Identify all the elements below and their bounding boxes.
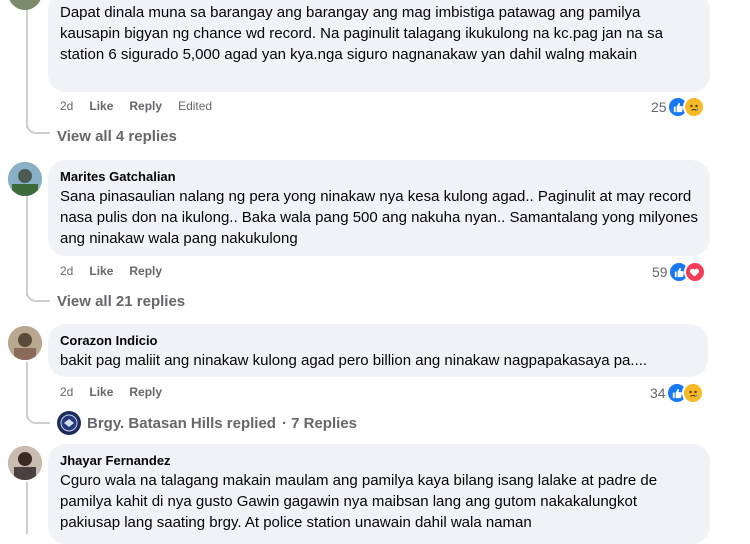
comment-text: Cguro wala na talagang makain maulam ang… <box>60 472 658 531</box>
view-replies-link[interactable]: View all 4 replies <box>57 128 177 145</box>
reply-button[interactable]: Reply <box>129 264 162 278</box>
comment-bubble: Jhayar Fernandez Cguro wala na talagang … <box>48 444 710 544</box>
comment-text: Sana pinasaulian nalang ng pera yong nin… <box>60 188 698 247</box>
avatar[interactable] <box>8 0 42 10</box>
comment-age[interactable]: 2d <box>60 264 73 278</box>
comment-author[interactable]: Corazon Indicio <box>60 332 696 349</box>
thread-line <box>26 362 28 418</box>
reply-button[interactable]: Reply <box>129 385 162 399</box>
avatar[interactable] <box>8 326 42 360</box>
comment-bubble: Marites Gatchalian Sana pinasaulian nala… <box>48 160 710 256</box>
comment-bubble: Dapat dinala muna sa barangay ang barang… <box>48 0 710 92</box>
love-icon <box>683 261 706 283</box>
like-button[interactable]: Like <box>89 385 113 399</box>
comment-text: Dapat dinala muna sa barangay ang barang… <box>60 4 663 63</box>
comment-actions: 2d Like Reply <box>60 385 162 399</box>
thread-elbow <box>26 412 50 424</box>
comment-age[interactable]: 2d <box>60 99 73 113</box>
reaction-count: 25 <box>651 99 667 115</box>
comment-age[interactable]: 2d <box>60 385 73 399</box>
like-button[interactable]: Like <box>89 99 113 113</box>
comment-text: bakit pag maliit ang ninakaw kulong agad… <box>60 352 648 369</box>
comment-author[interactable]: Jhayar Fernandez <box>60 452 698 469</box>
avatar[interactable] <box>8 446 42 480</box>
replied-page-name: Brgy. Batasan Hills replied <box>87 414 276 432</box>
comment-actions: 2d Like Reply <box>60 264 162 278</box>
reply-button[interactable]: Reply <box>129 99 162 113</box>
sad-icon <box>682 96 705 118</box>
like-button[interactable]: Like <box>89 264 113 278</box>
comment-actions: 2d Like Reply Edited <box>60 99 212 113</box>
thread-line <box>26 196 28 296</box>
comment-bubble: Corazon Indicio bakit pag maliit ang nin… <box>48 324 708 377</box>
page-avatar <box>57 411 81 435</box>
avatar[interactable] <box>8 162 42 196</box>
reaction-summary[interactable]: 34 <box>650 382 704 404</box>
thread-line <box>26 482 28 534</box>
view-replies-link[interactable]: View all 21 replies <box>57 293 185 310</box>
reaction-summary[interactable]: 25 <box>651 96 705 118</box>
thread-line <box>26 0 28 128</box>
reaction-summary[interactable]: 59 <box>652 261 706 283</box>
reaction-count: 34 <box>650 385 666 401</box>
reaction-count: 59 <box>652 264 668 280</box>
replied-count: · 7 Replies <box>281 414 357 432</box>
thread-elbow <box>26 290 50 302</box>
edited-label[interactable]: Edited <box>178 99 212 113</box>
sad-icon <box>681 382 704 404</box>
page-replied-link[interactable]: Brgy. Batasan Hills replied · 7 Replies <box>57 411 357 435</box>
thread-elbow <box>26 122 50 134</box>
comment-author[interactable]: Marites Gatchalian <box>60 168 698 185</box>
